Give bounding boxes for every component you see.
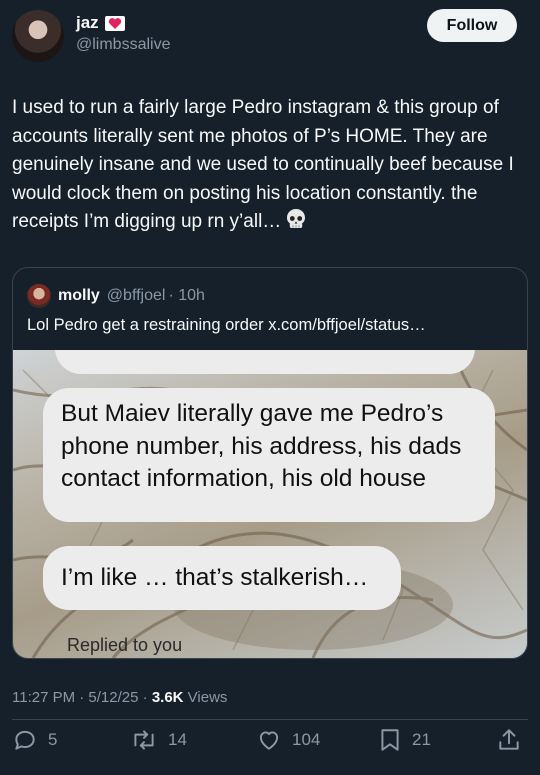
message-bubble-cut <box>55 350 475 374</box>
quoted-avatar <box>27 284 51 308</box>
author-avatar[interactable] <box>12 10 64 62</box>
action-bar: 5 14 104 21 <box>0 727 540 763</box>
like-count: 104 <box>292 730 321 749</box>
views-label: Views <box>183 689 228 706</box>
reply-button[interactable]: 5 <box>12 727 57 753</box>
tweet-body: I used to run a fairly large Pedro insta… <box>12 97 520 232</box>
quoted-tweet[interactable]: molly @bffjoel · 10h Lol Pedro get a res… <box>12 267 528 659</box>
replied-label: Replied to you <box>67 635 183 655</box>
repost-button[interactable]: 14 <box>130 727 187 753</box>
follow-button[interactable]: Follow <box>427 9 517 42</box>
tweet-text: I used to run a fairly large Pedro insta… <box>12 94 530 240</box>
quoted-author-name: molly <box>58 287 100 304</box>
views-count: 3.6K <box>151 689 184 706</box>
quoted-author-handle: @bffjoel <box>106 287 166 304</box>
divider <box>12 719 528 720</box>
reply-count: 5 <box>48 730 58 749</box>
heart-icon <box>259 731 279 750</box>
heart-letter-icon <box>104 15 125 31</box>
skull-icon <box>285 208 307 240</box>
tweet-timestamp[interactable]: 11:27 PM · 5/12/25 · <box>12 689 152 706</box>
quoted-time: · 10h <box>168 287 205 304</box>
reply-icon <box>15 730 35 750</box>
message-bubble: But Maiev literally gave me Pedro’s phon… <box>43 388 495 522</box>
bookmark-count: 21 <box>412 730 431 749</box>
repost-icon <box>134 730 154 750</box>
share-icon <box>499 729 519 750</box>
quoted-text: Lol Pedro get a restraining order x.com/… <box>27 316 426 334</box>
quoted-header: molly @bffjoel · 10h <box>27 284 205 308</box>
repost-count: 14 <box>168 730 187 749</box>
author-name[interactable]: jaz <box>76 13 99 33</box>
bookmark-icon <box>381 729 399 751</box>
author-name-row: jaz <box>76 13 125 33</box>
share-button[interactable] <box>496 727 522 753</box>
author-handle[interactable]: @limbssalive <box>76 36 170 54</box>
quoted-image[interactable]: But Maiev literally gave me Pedro’s phon… <box>13 350 527 658</box>
bookmark-button[interactable]: 21 <box>378 727 431 753</box>
like-button[interactable]: 104 <box>256 727 320 753</box>
message-bubble: I’m like … that’s stalkerish… <box>43 546 401 610</box>
tweet-meta: 11:27 PM · 5/12/25 · 3.6K Views <box>12 689 227 706</box>
